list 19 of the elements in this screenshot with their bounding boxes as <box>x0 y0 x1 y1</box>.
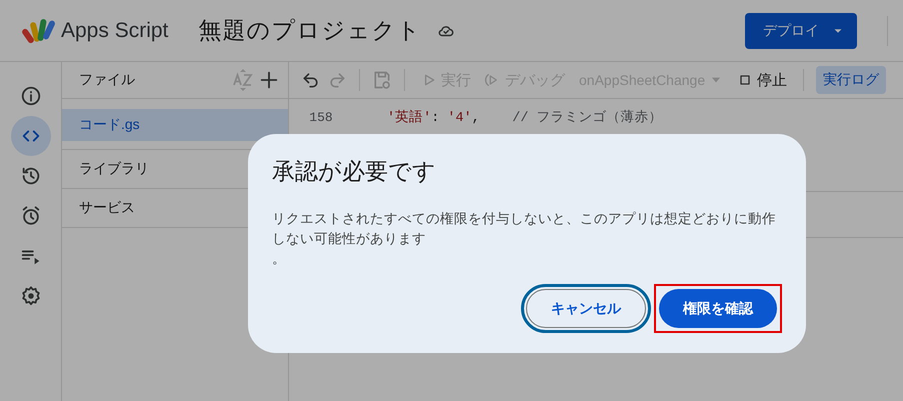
toolbar-button[interactable]: 停止 <box>733 70 792 90</box>
dialog-message: リクエストされたすべての権限を付与しないと、このアプリは想定どおりに動作しない可能性があります <box>272 210 777 248</box>
section-title: ライブラリ <box>79 160 149 178</box>
plus-icon[interactable] <box>258 69 280 91</box>
code-line: '英語': '4', // フラミンゴ（薄赤） <box>387 108 663 126</box>
file-item[interactable]: コード.gs <box>62 109 288 141</box>
dialog-message-end: 。 <box>272 250 287 268</box>
dialog-title: 承認が必要です <box>272 157 437 186</box>
rail-tab[interactable] <box>10 116 50 156</box>
section-title: サービス <box>79 199 135 217</box>
line-number: 158 <box>308 110 334 124</box>
deploy-button[interactable]: デプロイ <box>745 12 857 48</box>
log-toggle-button[interactable]: 実行ログ <box>816 66 886 94</box>
project-title[interactable]: 無題のプロジェクト <box>198 15 422 46</box>
settings-icon[interactable] <box>20 285 42 307</box>
panel-title: ファイル <box>79 71 135 89</box>
info-icon[interactable] <box>20 85 42 107</box>
app-name: Apps Script <box>61 18 168 42</box>
confirm-button[interactable]: 権限を確認 <box>659 289 777 328</box>
